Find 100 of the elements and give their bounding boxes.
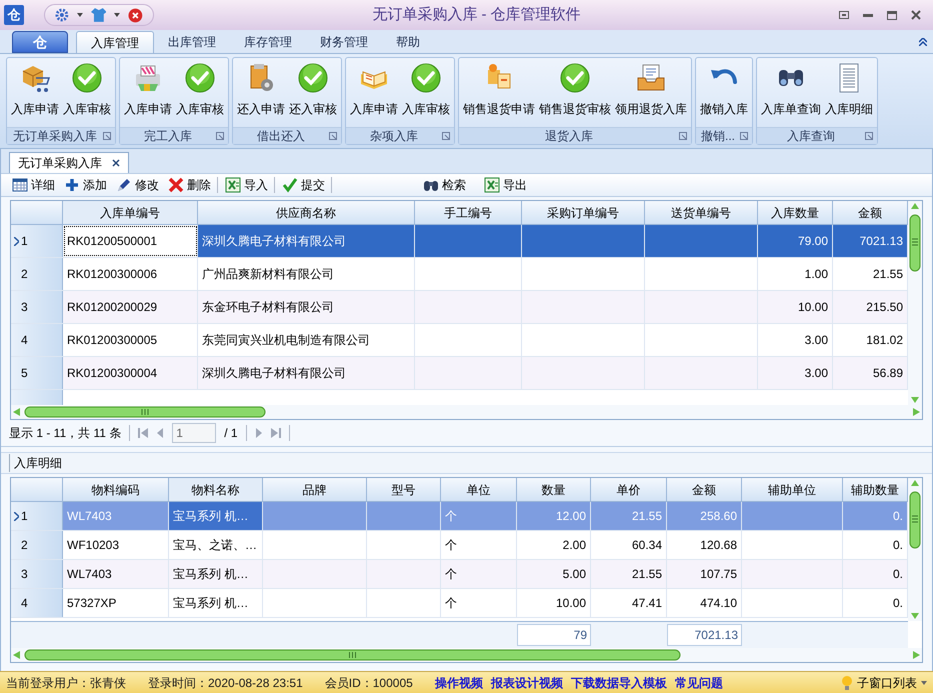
row-header[interactable]: 5: [11, 357, 63, 389]
close-icon[interactable]: [128, 8, 143, 22]
ribbon-tab[interactable]: 出库管理: [154, 31, 230, 53]
column-header[interactable]: 品牌: [263, 478, 367, 501]
table-cell: 57327XP: [63, 589, 169, 617]
table-row[interactable]: 2 RK01200300006 广州品爽新材料有限公司 1.00 21.55: [11, 258, 908, 291]
close-icon[interactable]: [911, 10, 921, 20]
column-header[interactable]: 单价: [591, 478, 667, 501]
column-header[interactable]: 送货单编号: [645, 201, 758, 224]
app-logo[interactable]: 仓: [4, 5, 24, 25]
ribbon-tab[interactable]: 帮助: [382, 31, 434, 53]
column-header[interactable]: 金额: [667, 478, 742, 501]
help-link[interactable]: 常见问题: [674, 674, 723, 692]
row-number: 2: [21, 537, 28, 554]
ribbon-button[interactable]: 入库申请: [348, 58, 400, 127]
checkmark-icon: [282, 177, 298, 193]
row-number: 3: [21, 566, 28, 583]
column-header[interactable]: 型号: [367, 478, 441, 501]
toolbar-button[interactable]: 删除: [165, 176, 214, 194]
column-header[interactable]: 数量: [517, 478, 591, 501]
column-header[interactable]: 入库单编号: [63, 201, 198, 224]
previous-page-icon[interactable]: [156, 428, 164, 438]
document-tab[interactable]: 无订单采购入库: [9, 152, 129, 173]
column-header[interactable]: 供应商名称: [198, 201, 415, 224]
ribbon-tab[interactable]: 库存管理: [230, 31, 306, 53]
ribbon-button[interactable]: 销售退货审核: [537, 58, 613, 127]
dialog-launcher-icon[interactable]: [679, 132, 687, 140]
ribbon-button[interactable]: 入库审核: [61, 58, 113, 127]
row-number: 4: [21, 332, 28, 349]
table-cell: 东金环电子材料有限公司: [198, 291, 415, 323]
dialog-launcher-icon[interactable]: [216, 132, 224, 140]
ribbon-button[interactable]: 领用退货入库: [613, 58, 689, 127]
dropdown-arrow-icon[interactable]: [76, 13, 83, 17]
row-header[interactable]: 4: [11, 589, 63, 617]
first-page-icon[interactable]: [138, 428, 148, 438]
row-header[interactable]: 4: [11, 324, 63, 356]
column-header[interactable]: 采购订单编号: [522, 201, 645, 224]
table-row[interactable]: 2 WF10203 宝马、之诺、… 个 2.00 60.34 120.68 0.: [11, 531, 908, 560]
ribbon-button[interactable]: 撤销入库: [698, 58, 750, 127]
table-row[interactable]: 4 57327XP 宝马系列 机… 个 10.00 47.41 474.10 0.: [11, 589, 908, 618]
dropdown-arrow-icon[interactable]: [114, 13, 120, 17]
row-header[interactable]: 2: [11, 531, 63, 559]
toolbar-button[interactable]: 导入: [222, 176, 271, 194]
close-icon[interactable]: [112, 159, 120, 167]
row-header[interactable]: 2: [11, 258, 63, 290]
column-header[interactable]: 辅助单位: [742, 478, 843, 501]
help-link[interactable]: 报表设计视频: [490, 674, 563, 692]
dialog-launcher-icon[interactable]: [865, 132, 873, 140]
column-header[interactable]: 入库数量: [758, 201, 833, 224]
shirt-icon[interactable]: [90, 8, 106, 22]
maximize-icon[interactable]: [887, 10, 897, 20]
horizontal-scrollbar[interactable]: [11, 648, 922, 662]
restore-icon[interactable]: [839, 11, 849, 19]
ribbon-button[interactable]: 还入申请: [235, 58, 287, 127]
toolbar-button[interactable]: 修改: [113, 176, 162, 194]
dialog-launcher-icon[interactable]: [442, 132, 450, 140]
ribbon-button[interactable]: 入库审核: [400, 58, 452, 127]
ribbon-button[interactable]: 入库申请: [9, 58, 61, 127]
minimize-icon[interactable]: [863, 14, 873, 16]
row-header[interactable]: 3: [11, 560, 63, 588]
ribbon-button[interactable]: 销售退货申请: [461, 58, 537, 127]
help-link[interactable]: 下载数据导入模板: [570, 674, 667, 692]
help-link[interactable]: 操作视频: [434, 674, 483, 692]
next-page-icon[interactable]: [254, 428, 263, 438]
gear-icon[interactable]: [55, 8, 69, 22]
toolbar-button[interactable]: 导出: [481, 176, 530, 194]
horizontal-scrollbar[interactable]: [11, 405, 922, 419]
toolbar-button[interactable]: 添加: [61, 176, 110, 194]
last-page-icon[interactable]: [270, 428, 281, 438]
row-header[interactable]: 1: [11, 225, 63, 257]
dialog-launcher-icon[interactable]: [740, 132, 748, 140]
table-row[interactable]: 5 RK01200300004 深圳久腾电子材料有限公司 3.00 56.89: [11, 357, 908, 390]
vertical-scrollbar[interactable]: [908, 201, 922, 405]
ribbon-tab[interactable]: 入库管理: [76, 31, 154, 53]
collapse-ribbon-icon[interactable]: [919, 38, 927, 46]
row-header[interactable]: 3: [11, 291, 63, 323]
table-row[interactable]: 4 RK01200300005 东莞同寅兴业机电制造有限公司 3.00 181.02: [11, 324, 908, 357]
column-header[interactable]: 手工编号: [415, 201, 522, 224]
ribbon-tab[interactable]: 财务管理: [306, 31, 382, 53]
column-header[interactable]: 物料名称: [169, 478, 263, 501]
table-row[interactable]: 3 RK01200200029 东金环电子材料有限公司 10.00 215.50: [11, 291, 908, 324]
ribbon-button[interactable]: 入库明细: [823, 58, 875, 127]
window-list-button[interactable]: 子窗口列表: [841, 674, 927, 692]
ribbon-button[interactable]: 还入审核: [287, 58, 339, 127]
vertical-scrollbar[interactable]: [908, 478, 922, 621]
page-number-field[interactable]: 1: [172, 423, 216, 443]
toolbar-button[interactable]: 检索: [420, 176, 469, 194]
ribbon-button[interactable]: 入库单查询: [759, 58, 823, 127]
ribbon-button[interactable]: 入库申请: [122, 58, 174, 127]
ribbon-button[interactable]: 入库审核: [174, 58, 226, 127]
table-row[interactable]: 1 RK01200500001 深圳久腾电子材料有限公司 79.00 7021.13: [11, 225, 908, 258]
current-row-icon: [14, 512, 19, 520]
toolbar-button[interactable]: 提交: [279, 176, 328, 194]
table-row[interactable]: 3 WL7403 宝马系列 机… 个 5.00 21.55 107.75 0.: [11, 560, 908, 589]
table-row[interactable]: 1 WL7403 宝马系列 机… 个 12.00 21.55 258.60 0.: [11, 502, 908, 531]
column-header[interactable]: 单位: [441, 478, 517, 501]
row-header[interactable]: 1: [11, 502, 63, 530]
dialog-launcher-icon[interactable]: [103, 132, 111, 140]
dialog-launcher-icon[interactable]: [329, 132, 337, 140]
toolbar-button[interactable]: 详细: [9, 176, 58, 194]
